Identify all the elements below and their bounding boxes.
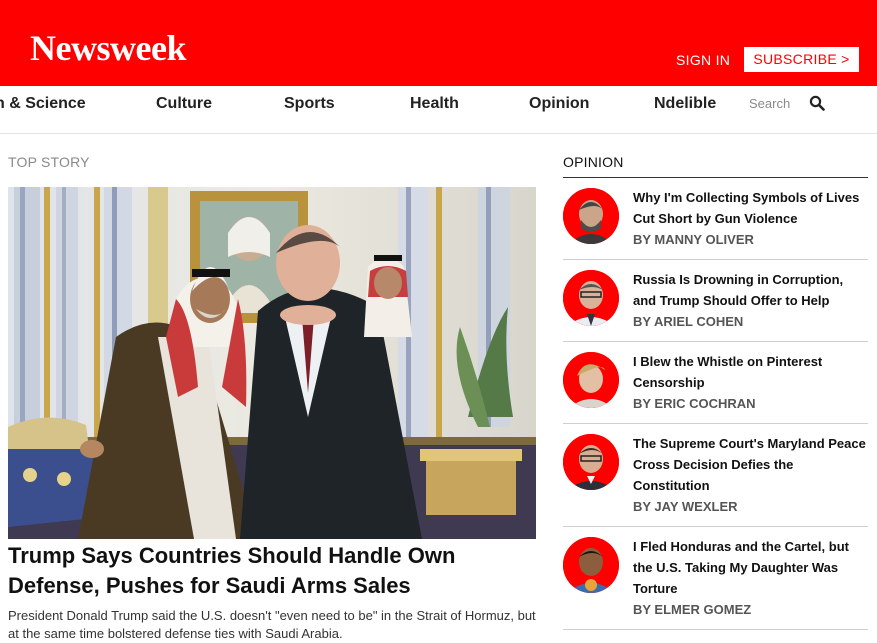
opinion-headline[interactable]: Russia Is Drowning in Corruption, and Tr… bbox=[633, 269, 868, 311]
opinion-item[interactable]: Why I'm Collecting Symbols of Lives Cut … bbox=[563, 178, 868, 260]
newsweek-logo[interactable]: Newsweek bbox=[30, 26, 186, 70]
opinion-section-title: OPINION bbox=[563, 154, 624, 170]
nav-item-tech-science[interactable]: n & Science bbox=[0, 95, 86, 113]
search-icon[interactable] bbox=[809, 95, 825, 111]
opinion-byline: BY ELMER GOMEZ bbox=[633, 602, 752, 617]
opinion-byline: BY JAY WEXLER bbox=[633, 499, 738, 514]
top-story-summary: President Donald Trump said the U.S. doe… bbox=[8, 608, 536, 641]
nav-item-sports[interactable]: Sports bbox=[284, 95, 335, 113]
opinion-headline[interactable]: The Supreme Court's Maryland Peace Cross… bbox=[633, 433, 868, 496]
opinion-byline: BY ERIC COCHRAN bbox=[633, 396, 756, 411]
opinion-text: Why I'm Collecting Symbols of Lives Cut … bbox=[633, 187, 868, 250]
opinion-text: Russia Is Drowning in Corruption, and Tr… bbox=[633, 269, 868, 332]
author-avatar bbox=[563, 434, 619, 490]
author-avatar bbox=[563, 188, 619, 244]
search-input[interactable]: Search bbox=[749, 96, 790, 112]
opinion-byline: BY ARIEL COHEN bbox=[633, 314, 744, 329]
opinion-item[interactable]: I Blew the Whistle on Pinterest Censorsh… bbox=[563, 342, 868, 424]
top-story-image[interactable] bbox=[8, 187, 536, 539]
opinion-headline[interactable]: I Blew the Whistle on Pinterest Censorsh… bbox=[633, 351, 868, 393]
nav-item-opinion[interactable]: Opinion bbox=[529, 95, 589, 113]
opinion-item[interactable]: The Supreme Court's Maryland Peace Cross… bbox=[563, 424, 868, 527]
site-header: Newsweek SIGN IN SUBSCRIBE > bbox=[0, 0, 877, 86]
author-avatar bbox=[563, 352, 619, 408]
opinion-text: The Supreme Court's Maryland Peace Cross… bbox=[633, 433, 868, 517]
nav-item-ndelible[interactable]: Ndelible bbox=[654, 95, 716, 113]
nav-item-culture[interactable]: Culture bbox=[156, 95, 212, 113]
main-nav: n & Science Culture Sports Health Opinio… bbox=[0, 86, 877, 134]
author-avatar bbox=[563, 270, 619, 326]
sign-in-link[interactable]: SIGN IN bbox=[676, 52, 730, 68]
opinion-headline[interactable]: Why I'm Collecting Symbols of Lives Cut … bbox=[633, 187, 868, 229]
opinion-item[interactable]: Russia Is Drowning in Corruption, and Tr… bbox=[563, 260, 868, 342]
top-story-label: TOP STORY bbox=[8, 154, 90, 170]
author-avatar bbox=[563, 537, 619, 593]
subscribe-button[interactable]: SUBSCRIBE > bbox=[744, 47, 859, 72]
nav-item-health[interactable]: Health bbox=[410, 95, 459, 113]
opinion-text: I Blew the Whistle on Pinterest Censorsh… bbox=[633, 351, 868, 414]
opinion-item[interactable]: I Fled Honduras and the Cartel, but the … bbox=[563, 527, 868, 630]
opinion-headline[interactable]: I Fled Honduras and the Cartel, but the … bbox=[633, 536, 868, 599]
opinion-byline: BY MANNY OLIVER bbox=[633, 232, 754, 247]
opinion-text: I Fled Honduras and the Cartel, but the … bbox=[633, 536, 868, 620]
top-story-headline[interactable]: Trump Says Countries Should Handle Own D… bbox=[8, 541, 536, 601]
